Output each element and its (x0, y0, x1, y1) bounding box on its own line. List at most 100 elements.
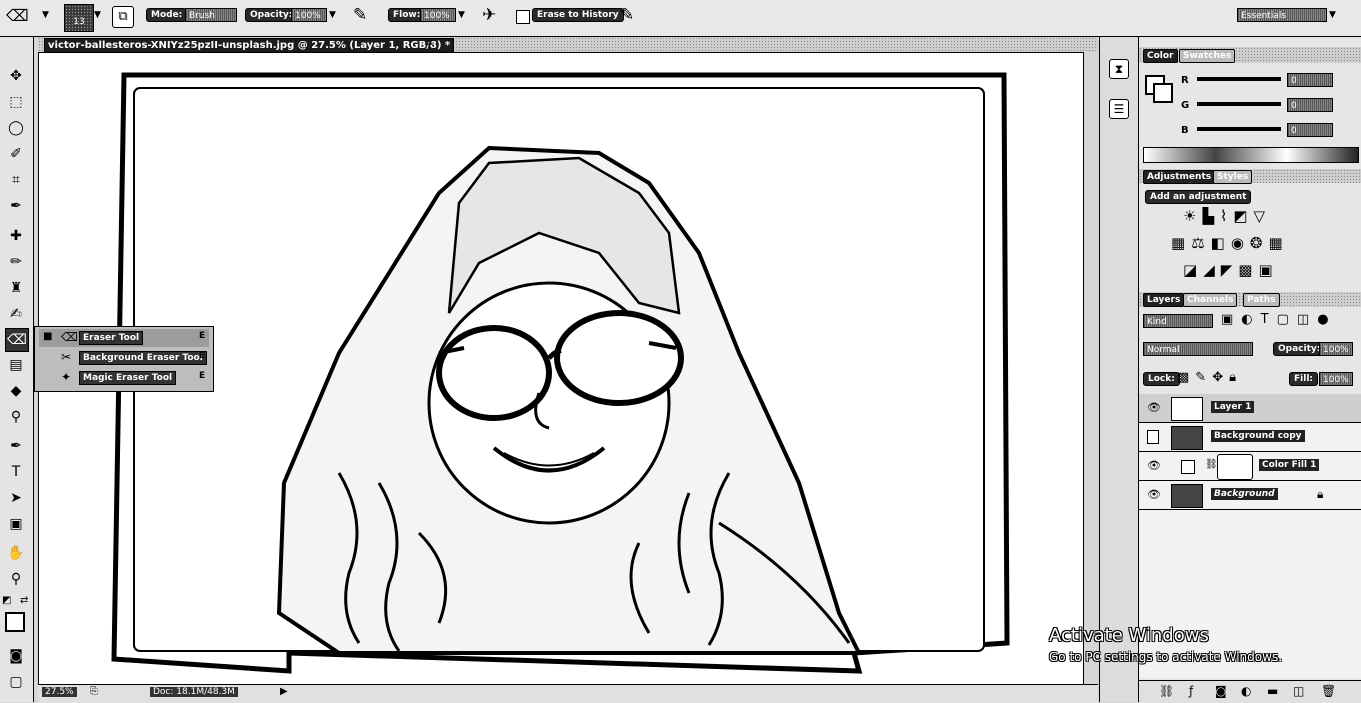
tab-color[interactable]: Color (1143, 49, 1178, 63)
path-selection-tool-icon[interactable]: ➤ (5, 487, 27, 509)
black-white-icon[interactable]: ◧ (1211, 234, 1231, 252)
lock-transparent-icon[interactable]: ▩ (1177, 370, 1195, 385)
tab-channels[interactable]: Channels (1183, 293, 1238, 307)
type-filter-icon[interactable]: T (1261, 312, 1277, 327)
zoom-tool-icon[interactable]: ⚲ (5, 568, 27, 590)
status-menu-arrow-icon[interactable]: ▶ (280, 686, 288, 697)
eraser-tool-button-icon[interactable]: ⌫ (5, 328, 29, 352)
photo-filter-icon[interactable]: ◉ (1231, 234, 1250, 252)
flyout-item-magic-eraser[interactable]: ✦ Magic Eraser Tool E (39, 369, 209, 387)
shape-tool-icon[interactable]: ▣ (5, 513, 27, 535)
eye-icon[interactable]: 👁︎ (1147, 401, 1161, 414)
brush-picker-chevron-icon[interactable]: ▼ (94, 10, 101, 20)
new-layer-icon[interactable]: ◫ (1293, 684, 1304, 698)
r-value[interactable]: 0 (1287, 73, 1333, 87)
curves-icon[interactable]: ⌇ (1220, 207, 1233, 225)
document-tab-title[interactable]: victor-ballesteros-XNIYz25pzII-unsplash.… (44, 38, 455, 53)
smart-object-filter-icon[interactable]: ◫ (1297, 312, 1317, 327)
posterize-icon[interactable]: ◢ (1203, 261, 1221, 279)
quick-selection-tool-icon[interactable]: ✐ (5, 143, 27, 165)
close-tab-icon[interactable]: ✕ (426, 38, 434, 49)
properties-panel-icon[interactable]: ☰ (1109, 99, 1129, 119)
blend-mode-select[interactable]: Normal (1143, 342, 1253, 356)
gradient-map-icon[interactable]: ▩ (1238, 261, 1258, 279)
export-icon[interactable]: ⎘ (90, 686, 98, 697)
eye-icon[interactable]: 👁︎ (1147, 459, 1161, 472)
layer-row[interactable]: 👁︎ ⛓ Color Fill 1 (1139, 452, 1361, 481)
flyout-item-eraser[interactable]: ■ ⌫ Eraser Tool E (39, 329, 209, 347)
shape-filter-icon[interactable]: ▢ (1277, 312, 1297, 327)
layer-row[interactable]: Background copy (1139, 423, 1361, 452)
healing-brush-tool-icon[interactable]: ✚ (5, 225, 27, 247)
eye-icon[interactable]: 👁︎ (1147, 488, 1161, 501)
lock-all-icon[interactable]: 🔒︎ (1229, 370, 1242, 385)
flow-input[interactable]: 100% (420, 8, 456, 22)
layer-style-icon[interactable]: ƒ (1189, 684, 1193, 698)
adjustment-filter-icon[interactable]: ◐ (1241, 312, 1260, 327)
hand-tool-icon[interactable]: ✋ (5, 542, 27, 564)
delete-layer-icon[interactable]: 🗑︎ (1321, 684, 1336, 698)
g-value[interactable]: 0 (1287, 98, 1333, 112)
pressure-size-icon[interactable]: ✎ (620, 5, 634, 25)
lock-position-icon[interactable]: ✥ (1212, 370, 1229, 385)
mode-select[interactable]: Brush (185, 8, 237, 22)
tab-swatches[interactable]: Swatches (1179, 49, 1236, 63)
brush-panel-toggle-icon[interactable]: ⧉ (112, 6, 134, 28)
hue-saturation-icon[interactable]: ▦ (1171, 234, 1191, 252)
b-value[interactable]: 0 (1287, 123, 1333, 137)
brush-size-picker[interactable]: 13 (64, 4, 94, 32)
threshold-icon[interactable]: ◤ (1221, 261, 1239, 279)
airbrush-icon[interactable]: ✈ (482, 5, 496, 25)
eyedropper-tool-icon[interactable]: ✒ (5, 195, 27, 217)
default-colors-icon[interactable]: ◩ (2, 595, 11, 606)
fill-input[interactable]: 100% (1319, 372, 1353, 386)
visibility-box-empty[interactable] (1147, 430, 1159, 444)
tab-adjustments[interactable]: Adjustments (1143, 170, 1216, 184)
screen-mode-icon[interactable]: ▢ (5, 671, 27, 693)
blur-tool-icon[interactable]: ◆ (5, 380, 27, 402)
crop-tool-icon[interactable]: ⌗ (5, 169, 27, 191)
layer-opacity-input[interactable]: 100% (1319, 342, 1353, 356)
g-slider[interactable] (1197, 102, 1281, 106)
exposure-icon[interactable]: ◩ (1233, 207, 1253, 225)
tab-styles[interactable]: Styles (1213, 170, 1253, 184)
dodge-tool-icon[interactable]: ⚲ (5, 406, 27, 428)
pressure-opacity-icon[interactable]: ✎ (353, 5, 367, 25)
color-lookup-icon[interactable]: ▦ (1269, 234, 1289, 252)
levels-icon[interactable]: ▙ (1202, 207, 1220, 225)
gradient-tool-icon[interactable]: ▤ (5, 354, 27, 376)
quick-mask-icon[interactable]: ◙ (5, 645, 27, 667)
new-group-icon[interactable]: ▬ (1267, 684, 1278, 698)
clone-stamp-tool-icon[interactable]: ♜ (5, 277, 27, 299)
bg-color-swatch[interactable] (1153, 83, 1173, 103)
tab-layers[interactable]: Layers (1143, 293, 1185, 307)
workspace-chevron-icon[interactable]: ▼ (1329, 10, 1336, 20)
pixel-filter-icon[interactable]: ▣ (1221, 312, 1241, 327)
zoom-level[interactable]: 27.5% (42, 687, 77, 697)
workspace-select[interactable]: Essentials (1237, 8, 1327, 22)
filter-toggle-icon[interactable]: ● (1317, 312, 1336, 327)
brush-tool-icon[interactable]: ✏ (5, 251, 27, 273)
erase-to-history-checkbox[interactable] (516, 10, 530, 24)
r-slider[interactable] (1197, 77, 1281, 81)
history-brush-tool-icon[interactable]: ✍ (5, 303, 27, 325)
opacity-chevron-icon[interactable]: ▼ (329, 10, 336, 20)
layer-row[interactable]: 👁︎ Layer 1 (1139, 394, 1361, 423)
link-layers-icon[interactable]: ⛓ (1159, 684, 1174, 698)
layer-filter-kind[interactable]: Kind (1143, 314, 1213, 328)
lasso-tool-icon[interactable]: ◯ (5, 117, 27, 139)
swap-colors-icon[interactable]: ⇄ (20, 595, 28, 606)
flow-chevron-icon[interactable]: ▼ (458, 10, 465, 20)
foreground-color-swatch[interactable] (5, 612, 25, 632)
brightness-icon[interactable]: ☀ (1183, 207, 1202, 225)
opacity-input[interactable]: 100% (291, 8, 327, 22)
lock-pixels-icon[interactable]: ✎ (1195, 370, 1212, 385)
color-balance-icon[interactable]: ⚖ (1191, 234, 1210, 252)
color-spectrum-bar[interactable] (1143, 147, 1359, 163)
selective-color-icon[interactable]: ▣ (1258, 261, 1278, 279)
type-tool-icon[interactable]: T (5, 461, 27, 483)
vibrance-icon[interactable]: ▽ (1254, 207, 1272, 225)
tab-paths[interactable]: Paths (1243, 293, 1280, 307)
tool-preset-dropdown-icon[interactable]: ▼ (42, 10, 49, 20)
marquee-tool-icon[interactable]: ⬚ (5, 91, 27, 113)
